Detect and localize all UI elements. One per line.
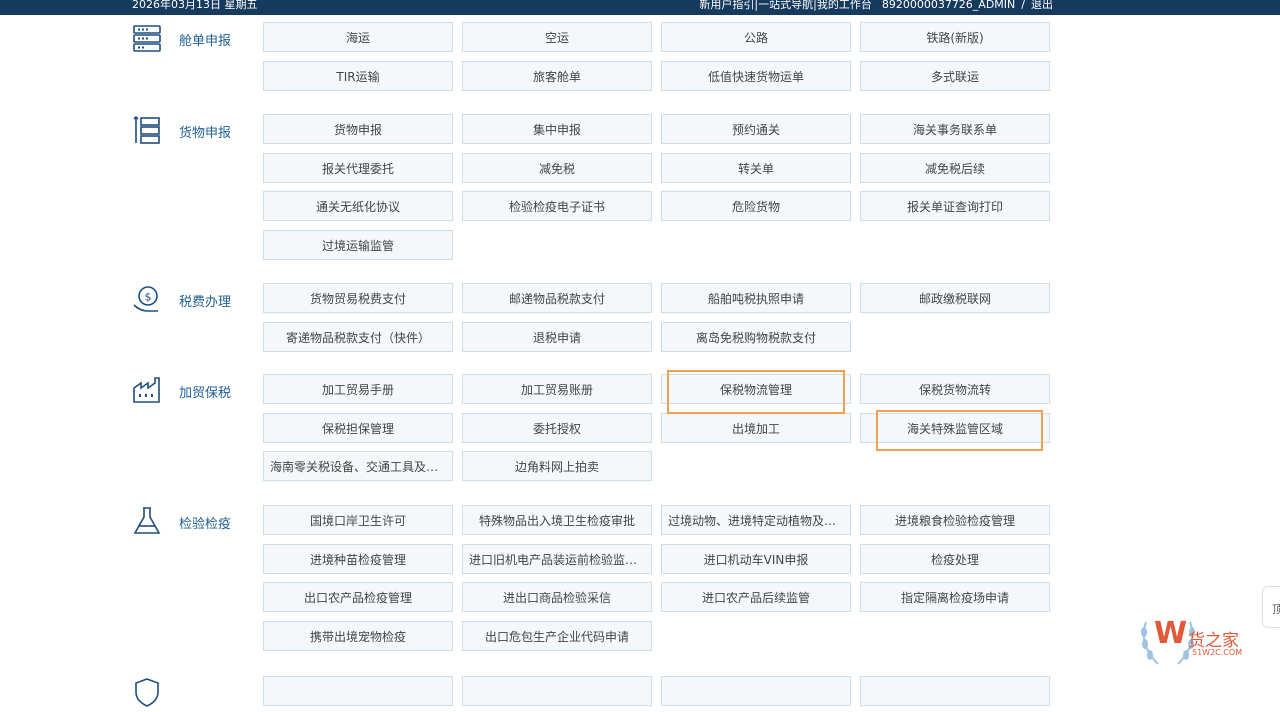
new-user-guide-link[interactable]: 新用户指引: [699, 0, 754, 11]
server-stack-icon: [131, 22, 163, 54]
service-button[interactable]: [661, 676, 851, 706]
service-button[interactable]: 报关单证查询打印: [860, 191, 1050, 221]
service-button[interactable]: 邮递物品税款支付: [462, 283, 652, 313]
service-button[interactable]: 携带出境宠物检疫: [263, 620, 453, 651]
service-button[interactable]: 保税物流管理: [661, 374, 851, 404]
service-button[interactable]: 退税申请: [462, 321, 652, 352]
service-button[interactable]: 报关代理委托: [263, 152, 453, 183]
service-button[interactable]: 过境动物、进境特定动植物及其...: [661, 505, 851, 535]
section-title: 检验检疫: [179, 517, 232, 532]
service-button[interactable]: 指定隔离检疫场申请: [860, 582, 1050, 612]
service-button[interactable]: 旅客舱单: [462, 60, 652, 91]
service-button[interactable]: [462, 676, 652, 706]
top-bar-links: 新用户指引|一站式导航|我的工作台 8920000037726_ADMIN / 退出: [699, 0, 1053, 12]
service-button[interactable]: 保税货物流转: [860, 374, 1050, 404]
service-button[interactable]: 检疫处理: [860, 543, 1050, 574]
service-button[interactable]: 海南零关税设备、交通工具及游艇: [263, 451, 453, 481]
service-button[interactable]: 通关无纸化协议: [263, 191, 453, 221]
service-button[interactable]: 委托授权: [462, 412, 652, 443]
service-button[interactable]: [263, 676, 453, 706]
service-button[interactable]: 保税担保管理: [263, 412, 453, 443]
service-button[interactable]: 边角料网上拍卖: [462, 451, 652, 481]
watermark-domain: 51W2C.COM: [1192, 648, 1243, 657]
service-button[interactable]: 铁路(新版): [860, 22, 1050, 52]
section-title: 舱单申报: [179, 34, 232, 49]
one-stop-nav-link[interactable]: 一站式导航: [758, 0, 813, 11]
service-button[interactable]: 进口旧机电产品装运前检验监督...: [462, 543, 652, 574]
section-title: 税费办理: [179, 295, 232, 310]
current-date: 2026年03月13日 星期五: [132, 0, 258, 11]
service-button[interactable]: 加工贸易手册: [263, 374, 453, 404]
service-button[interactable]: 进口农产品后续监管: [661, 582, 851, 612]
user-id: 8920000037726_ADMIN: [881, 0, 1016, 11]
service-button[interactable]: 海关特殊监管区域: [860, 412, 1050, 443]
service-button[interactable]: 货物申报: [263, 114, 453, 144]
service-button[interactable]: 货物贸易税费支付: [263, 283, 453, 313]
my-workspace-link[interactable]: 我的工作台: [817, 0, 872, 11]
section-title: 货物申报: [179, 126, 232, 141]
back-to-top-label: 顶: [1272, 603, 1280, 616]
service-button[interactable]: 离岛免税购物税款支付: [661, 321, 851, 352]
service-button[interactable]: 危险货物: [661, 191, 851, 221]
shield-icon: [131, 676, 163, 708]
service-button[interactable]: 集中申报: [462, 114, 652, 144]
service-button[interactable]: 进境种苗检疫管理: [263, 543, 453, 574]
service-button[interactable]: 多式联运: [860, 60, 1050, 91]
service-button[interactable]: 出口农产品检疫管理: [263, 582, 453, 612]
logout-link[interactable]: 退出: [1031, 0, 1053, 11]
service-button[interactable]: 减免税后续: [860, 152, 1050, 183]
service-button[interactable]: 公路: [661, 22, 851, 52]
service-button[interactable]: 邮政缴税联网: [860, 283, 1050, 313]
watermark-letter: W: [1154, 616, 1188, 651]
document-stack-icon: [131, 114, 163, 146]
flask-icon: [131, 505, 163, 537]
svg-text:$: $: [145, 291, 152, 304]
service-button[interactable]: 船舶吨税执照申请: [661, 283, 851, 313]
service-button[interactable]: 寄递物品税款支付（快件）: [263, 321, 453, 352]
service-button[interactable]: 出口危包生产企业代码申请: [462, 620, 652, 651]
service-button[interactable]: 低值快速货物运单: [661, 60, 851, 91]
separator: /: [1021, 0, 1025, 11]
service-button[interactable]: 过境运输监管: [263, 229, 453, 260]
service-button[interactable]: TIR运输: [263, 60, 453, 91]
service-button[interactable]: 出境加工: [661, 412, 851, 443]
service-button[interactable]: 转关单: [661, 152, 851, 183]
service-button[interactable]: 进出口商品检验采信: [462, 582, 652, 612]
service-button[interactable]: 特殊物品出入境卫生检疫审批: [462, 505, 652, 535]
service-button[interactable]: 减免税: [462, 152, 652, 183]
service-button[interactable]: 进口机动车VIN申报: [661, 543, 851, 574]
service-button[interactable]: 进境粮食检验检疫管理: [860, 505, 1050, 535]
service-button[interactable]: 国境口岸卫生许可: [263, 505, 453, 535]
service-button[interactable]: 检验检疫电子证书: [462, 191, 652, 221]
service-button[interactable]: 空运: [462, 22, 652, 52]
watermark-logo: W 货之家 51W2C.COM: [1136, 612, 1268, 672]
service-button[interactable]: 加工贸易账册: [462, 374, 652, 404]
service-button[interactable]: 预约通关: [661, 114, 851, 144]
service-button[interactable]: [860, 676, 1050, 706]
dollar-coin-icon: $: [131, 283, 163, 315]
top-bar: 2026年03月13日 星期五 新用户指引|一站式导航|我的工作台 8920000…: [0, 0, 1280, 15]
factory-icon: [131, 374, 163, 406]
service-button[interactable]: 海关事务联系单: [860, 114, 1050, 144]
section-title: 加贸保税: [179, 386, 232, 401]
service-button[interactable]: 海运: [263, 22, 453, 52]
